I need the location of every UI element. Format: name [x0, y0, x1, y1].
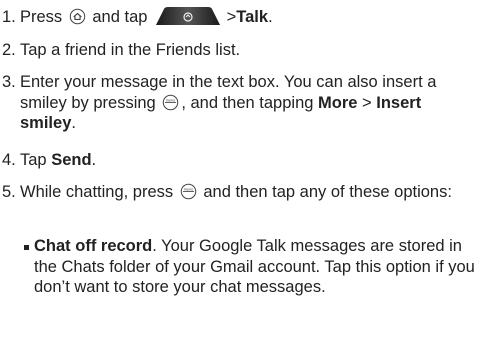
svg-text:menu: menu [183, 188, 193, 192]
step-number: 4. [2, 151, 16, 169]
step-text: Enter your message in the text box. You … [20, 73, 437, 132]
step-number: 3. [2, 73, 16, 91]
menu-button-icon: menu [163, 94, 179, 110]
bullet-marker [24, 245, 29, 250]
step-text: Tap Send. [20, 151, 97, 169]
svg-text:menu: menu [166, 98, 176, 102]
home-button-icon [69, 8, 86, 25]
menu-button-icon: menu [180, 183, 196, 200]
step-number: 1. [2, 8, 16, 26]
option-text: Chat off record. Your Google Talk messag… [34, 237, 475, 296]
step-text: While chatting, press menu and then tap … [20, 183, 452, 201]
step-text: Press and tap >Talk. [20, 7, 273, 26]
step-number: 5. [2, 183, 16, 201]
step-number: 2. [2, 41, 16, 59]
step-text: Tap a friend in the Friends list. [20, 41, 241, 59]
launcher-tab-icon [156, 7, 221, 25]
